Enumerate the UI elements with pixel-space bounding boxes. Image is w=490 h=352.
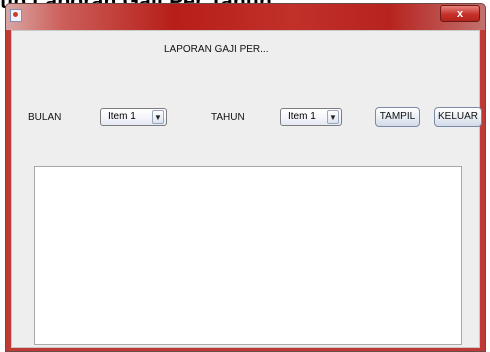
window-close-button[interactable]: x: [440, 5, 480, 22]
tahun-label: TAHUN: [211, 112, 245, 123]
report-text-area[interactable]: [34, 166, 462, 345]
app-window: x LAPORAN GAJI PER... BULAN Item 1 ▼ TAH…: [5, 3, 486, 352]
java-app-icon: [10, 9, 22, 22]
form-panel: LAPORAN GAJI PER... BULAN Item 1 ▼ TAHUN…: [11, 30, 482, 348]
tahun-combo[interactable]: Item 1 ▼: [280, 108, 342, 126]
chevron-down-icon[interactable]: ▼: [152, 110, 164, 124]
tampil-button[interactable]: TAMPIL: [375, 107, 420, 127]
bulan-combo-value: Item 1: [108, 111, 136, 122]
window-titlebar[interactable]: x: [6, 4, 485, 30]
tahun-combo-value: Item 1: [288, 111, 316, 122]
report-title: LAPORAN GAJI PER...: [164, 44, 269, 55]
bulan-combo[interactable]: Item 1 ▼: [100, 108, 167, 126]
keluar-button[interactable]: KELUAR: [434, 107, 482, 127]
bulan-label: BULAN: [28, 112, 62, 123]
chevron-down-icon[interactable]: ▼: [327, 110, 339, 124]
